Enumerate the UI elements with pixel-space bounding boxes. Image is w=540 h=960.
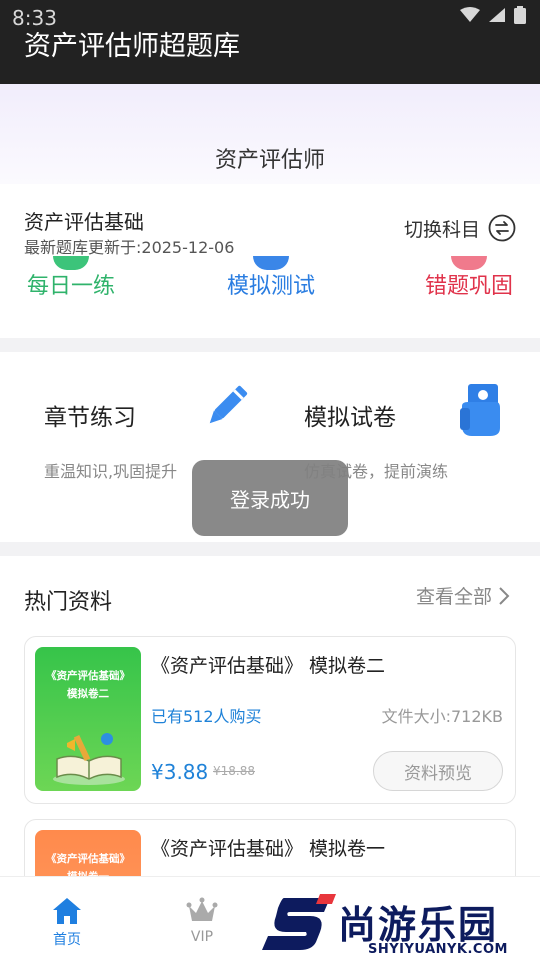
pencil-icon: [204, 384, 248, 434]
resource-cover: 《资产评估基础》 模拟卷一: [35, 830, 141, 876]
site-watermark: 尚游乐园 SHYIYUANYK.COM: [258, 890, 540, 960]
chevron-right-icon: [499, 586, 510, 605]
subject-card: 资产评估基础 最新题库更新于:2025-12-06 切换科目 每日一练 模拟测试…: [0, 184, 540, 338]
crown-icon: [186, 897, 218, 921]
resource-cover-title-line2: 模拟卷二: [67, 688, 109, 700]
nav-home-label: 首页: [53, 932, 81, 948]
resource-price: ¥3.88: [151, 760, 209, 784]
view-all-link[interactable]: 查看全部: [416, 582, 510, 609]
hero-banner: 资产评估师: [0, 84, 540, 184]
wrong-review-icon: [451, 256, 487, 270]
wrong-review-label: 错题巩固: [424, 274, 513, 299]
resource-original-price: ¥18.88: [213, 764, 255, 778]
resource-preview-button[interactable]: 资料预览: [373, 751, 503, 791]
home-icon: [53, 898, 81, 924]
signal-icon: [489, 8, 505, 22]
switch-subject-button[interactable]: 切换科目: [404, 214, 516, 242]
watermark-logo-icon: [262, 894, 336, 950]
resource-cover-title-line1: 《资产评估基础》: [46, 670, 130, 682]
resource-name: 《资产评估基础》 模拟卷二: [151, 655, 386, 677]
switch-subject-label: 切换科目: [403, 218, 480, 241]
resource-name: 《资产评估基础》 模拟卷一: [151, 838, 386, 860]
watermark-cn: 尚游乐园: [338, 903, 499, 947]
daily-practice-icon: [53, 256, 89, 270]
resource-card[interactable]: 《资产评估基础》 模拟卷一 《资产评估基础》 模拟卷一: [24, 819, 516, 876]
resource-cover-title-line2: 模拟卷一: [35, 868, 141, 876]
subject-name: 资产评估基础: [24, 210, 144, 234]
chapter-practice-title: 章节练习: [44, 405, 136, 431]
battery-icon: [514, 6, 526, 24]
swap-arrows-icon: [488, 214, 516, 242]
hot-resources-section: 热门资料 查看全部 《资产评估基础》 模拟卷二 《资产评估基础》 模拟卷二 已有…: [0, 556, 540, 876]
resource-cover-title: 《资产评估基础》 模拟卷一: [35, 850, 141, 876]
resource-buyers: 已有512人购买: [151, 707, 262, 726]
hero-title: 资产评估师: [214, 148, 325, 173]
mock-test-tab[interactable]: 模拟测试: [196, 256, 346, 300]
resource-cover-title-line1: 《资产评估基础》: [46, 853, 130, 865]
daily-practice-label: 每日一练: [26, 274, 115, 299]
chapter-practice-desc: 重温知识,巩固提升: [44, 462, 178, 481]
mock-test-icon: [253, 256, 289, 270]
daily-practice-tab[interactable]: 每日一练: [0, 256, 146, 300]
resource-size: 文件大小:712KB: [381, 707, 503, 726]
app-title: 资产评估师超题库: [24, 31, 240, 62]
login-success-toast: 登录成功: [192, 460, 348, 536]
hot-resources-title: 热门资料: [24, 590, 113, 615]
hand-holding-paper-icon: [460, 384, 504, 440]
nav-home[interactable]: 首页: [27, 897, 107, 949]
open-book-illustration-icon: [53, 733, 125, 785]
nav-vip-label: VIP: [190, 929, 214, 945]
app-header: 8:33 资产评估师超题库: [0, 0, 540, 84]
wrong-review-tab[interactable]: 错题巩固: [394, 256, 540, 300]
nav-vip[interactable]: VIP: [162, 897, 242, 945]
resource-cover: 《资产评估基础》 模拟卷二: [35, 647, 141, 791]
mock-test-label: 模拟测试: [226, 274, 315, 299]
watermark-en: SHYIYUANYK.COM: [368, 942, 508, 957]
resource-cover-title: 《资产评估基础》 模拟卷二: [35, 667, 141, 703]
resource-card[interactable]: 《资产评估基础》 模拟卷二 《资产评估基础》 模拟卷二 已有512人购买 文件大…: [24, 636, 516, 804]
status-icons: [460, 6, 526, 24]
subject-update-text: 最新题库更新于:2025-12-06: [24, 238, 235, 257]
mock-paper-title: 模拟试卷: [304, 405, 396, 431]
wifi-icon: [460, 7, 480, 22]
view-all-label: 查看全部: [415, 586, 492, 608]
